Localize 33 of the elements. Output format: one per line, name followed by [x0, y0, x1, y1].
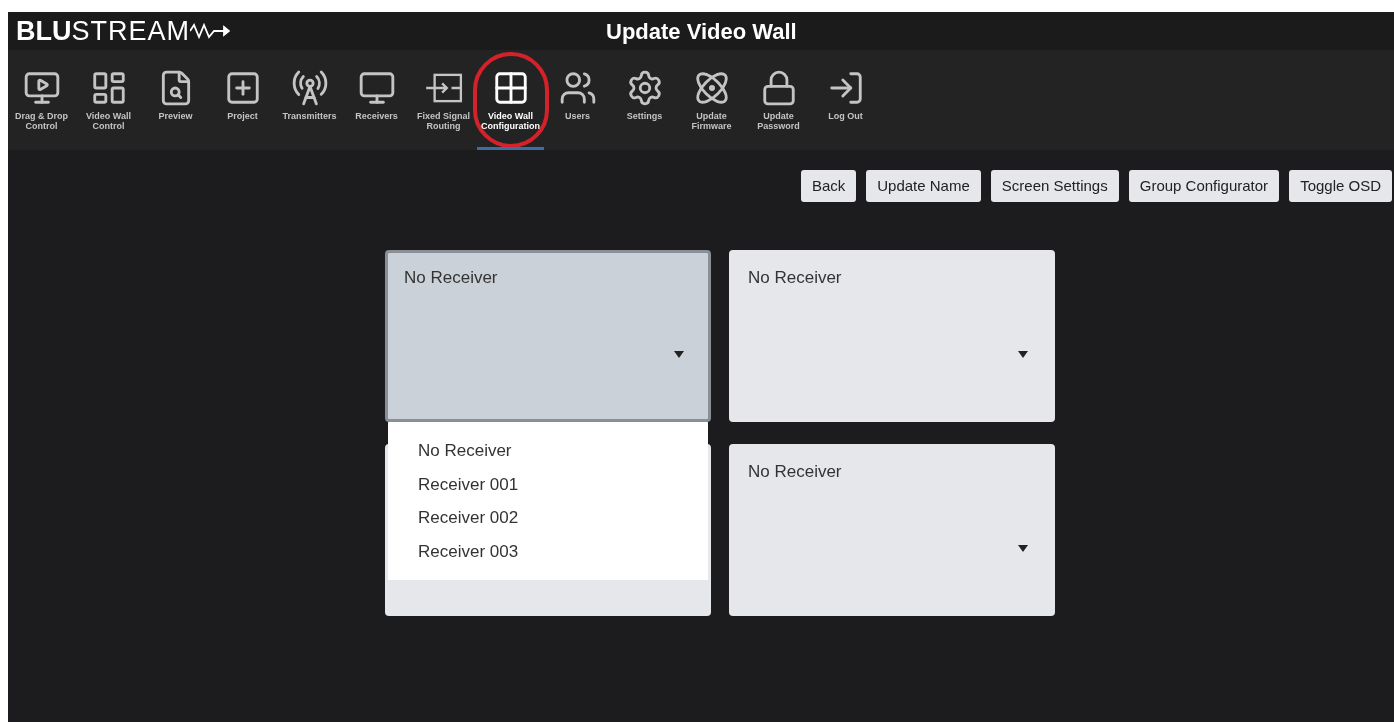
nav-tab[interactable]: Drag & Drop Control	[8, 68, 75, 150]
action-button[interactable]: Back	[800, 170, 857, 202]
dropdown-option[interactable]: Receiver 001	[388, 467, 708, 501]
caret-icon	[1018, 351, 1028, 359]
screen-value: No Receiver	[404, 267, 499, 289]
dropdown-option[interactable]: Receiver 002	[388, 501, 708, 535]
screen-value: No Receiver	[748, 267, 843, 289]
nav-tab[interactable]: Video Wall Control	[75, 68, 142, 150]
antenna-icon	[290, 68, 329, 108]
nav-tab[interactable]: Receivers	[343, 68, 410, 150]
nav-tab[interactable]: Update Firmware	[678, 68, 745, 150]
screen-dropdown[interactable]: No Receiver	[729, 444, 1055, 616]
dropdown-option[interactable]: Receiver 003	[388, 534, 708, 568]
dropdown-option[interactable]: No Receiver	[388, 434, 708, 468]
action-button[interactable]: Screen Settings	[990, 170, 1119, 202]
nav-tab[interactable]: Log Out	[812, 68, 879, 150]
screen-dropdown[interactable]: No Receiver	[385, 250, 711, 422]
screen-dropdown[interactable]: No Receiver	[729, 250, 1055, 422]
logo: BLUSTREAM	[8, 17, 230, 45]
nav-tab[interactable]: Settings	[611, 68, 678, 150]
screen-value: No Receiver	[748, 461, 843, 483]
action-button[interactable]: Update Name	[866, 170, 981, 202]
nav-tab[interactable]: Transmitters	[276, 68, 343, 150]
caret-icon	[1018, 545, 1028, 553]
nav-tab[interactable]: Users	[544, 68, 611, 150]
nav-tab[interactable]: Preview	[142, 68, 209, 150]
action-button[interactable]: Group Configurator	[1128, 170, 1280, 202]
page-title: Update Video Wall	[606, 17, 797, 46]
caret-icon	[674, 351, 684, 359]
nav-tab[interactable]: Fixed Signal Routing	[410, 68, 477, 150]
nav-tab[interactable]: Update Password	[745, 68, 812, 150]
nav-tab[interactable]: Project	[209, 68, 276, 150]
action-button[interactable]: Toggle OSD	[1289, 170, 1392, 202]
